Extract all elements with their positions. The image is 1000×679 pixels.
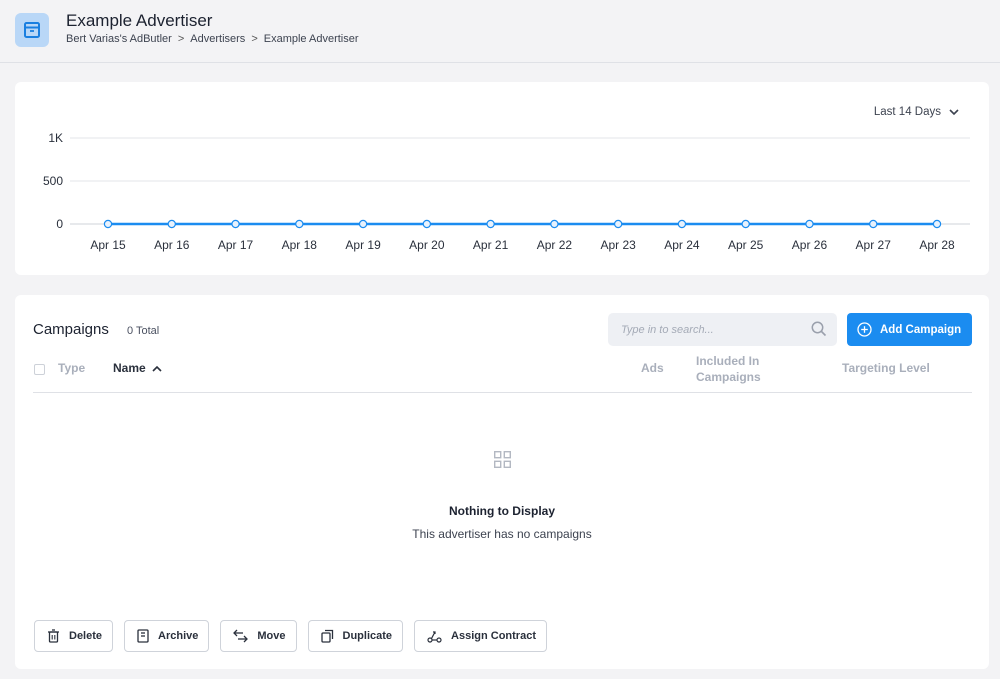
trash-icon — [48, 629, 59, 643]
move-label: Move — [257, 630, 286, 642]
table-header-divider — [33, 392, 972, 393]
data-point — [932, 219, 942, 229]
x-tick-label: Apr 16 — [154, 238, 190, 252]
campaign-search — [608, 313, 837, 346]
duplicate-button[interactable]: Duplicate — [307, 620, 404, 652]
move-button[interactable]: Move — [220, 620, 297, 652]
archive-button[interactable]: Archive — [124, 620, 210, 652]
data-point — [295, 219, 304, 229]
data-point — [103, 219, 113, 229]
column-included-in-campaigns[interactable]: Included In Campaigns — [696, 353, 761, 385]
column-type[interactable]: Type — [58, 361, 85, 375]
copy-icon — [320, 629, 333, 643]
delete-label: Delete — [69, 630, 103, 642]
data-point — [805, 219, 814, 229]
empty-state-title: Nothing to Display — [449, 504, 555, 518]
breadcrumb: Bert Varias's AdButler > Advertisers > Examp… — [66, 33, 359, 45]
campaigns-total: 0 Total — [127, 325, 160, 337]
x-tick-label: Apr 25 — [728, 238, 764, 252]
bulk-actions: Delete Archive Move Duplicate Assign Con… — [34, 620, 547, 652]
x-tick-label: Apr 18 — [282, 238, 318, 252]
sort-ascending-icon — [152, 365, 162, 372]
data-point — [422, 219, 432, 229]
data-point — [486, 219, 495, 229]
x-tick-label: Apr 27 — [856, 238, 892, 252]
archive-label: Archive — [158, 630, 199, 642]
breadcrumb-current: Example Advertiser — [263, 33, 359, 45]
delete-button[interactable]: Delete — [34, 620, 114, 652]
campaigns-card: Campaigns 0 Total Add Campaign Type Name… — [15, 295, 989, 669]
select-all-checkbox[interactable] — [34, 364, 45, 375]
data-point — [869, 219, 878, 229]
breadcrumb-home[interactable]: Bert Varias's AdButler — [66, 33, 172, 45]
column-name-label: Name — [113, 361, 146, 375]
column-ads[interactable]: Ads — [641, 361, 664, 375]
search-input[interactable] — [608, 313, 803, 346]
add-campaign-button[interactable]: Add Campaign — [847, 313, 972, 346]
data-point — [613, 219, 623, 229]
x-tick-label: Apr 28 — [919, 238, 955, 252]
x-tick-label: Apr 26 — [792, 238, 828, 252]
archive-box-icon — [15, 13, 49, 47]
archive-icon — [137, 629, 149, 643]
breadcrumb-separator: > — [177, 33, 185, 45]
move-arrows-icon — [233, 629, 249, 643]
data-point — [677, 219, 687, 229]
x-tick-label: Apr 19 — [345, 238, 381, 252]
data-point — [358, 219, 368, 229]
assign-contract-button[interactable]: Assign Contract — [414, 620, 547, 652]
campaigns-title: Campaigns — [33, 321, 109, 338]
line-chart: 0 500 1K Apr 15 Apr 16 Apr 17 Apr 18 Apr 19 Apr … — [43, 131, 970, 252]
column-targeting-level[interactable]: Targeting Level — [842, 361, 930, 375]
x-tick-label: Apr 22 — [537, 238, 573, 252]
breadcrumb-separator: > — [251, 33, 258, 45]
stats-chart-card: Last 14 Days 0 500 1K Apr 15 Apr 16 Apr 17 Apr… — [15, 82, 989, 275]
column-included-line1: Included In — [696, 354, 760, 368]
data-point — [167, 219, 176, 229]
x-tick-label: Apr 24 — [664, 238, 700, 252]
y-tick-label: 0 — [56, 217, 63, 231]
breadcrumb-advertisers[interactable]: Advertisers — [190, 33, 245, 45]
x-tick-label: Apr 15 — [90, 238, 126, 252]
x-tick-label: Apr 20 — [409, 238, 445, 252]
page-title: Example Advertiser — [66, 11, 213, 30]
x-tick-label: Apr 21 — [473, 238, 509, 252]
duplicate-label: Duplicate — [342, 630, 393, 642]
column-included-line2: Campaigns — [696, 370, 761, 384]
column-name[interactable]: Name — [113, 361, 162, 375]
data-point — [550, 219, 559, 229]
x-tick-label: Apr 23 — [600, 238, 636, 252]
data-point — [741, 219, 750, 229]
contract-link-icon — [427, 631, 442, 643]
grid-icon — [494, 451, 511, 468]
data-point — [231, 219, 240, 229]
plus-circle-icon — [857, 322, 872, 337]
page-header: Example Advertiser Bert Varias's AdButle… — [0, 0, 1000, 63]
y-tick-label: 1K — [48, 131, 63, 145]
y-tick-label: 500 — [43, 174, 63, 188]
empty-state-message: This advertiser has no campaigns — [412, 527, 592, 541]
search-icon[interactable] — [811, 321, 827, 337]
assign-contract-label: Assign Contract — [451, 630, 536, 642]
add-campaign-label: Add Campaign — [880, 323, 962, 336]
x-tick-label: Apr 17 — [218, 238, 254, 252]
